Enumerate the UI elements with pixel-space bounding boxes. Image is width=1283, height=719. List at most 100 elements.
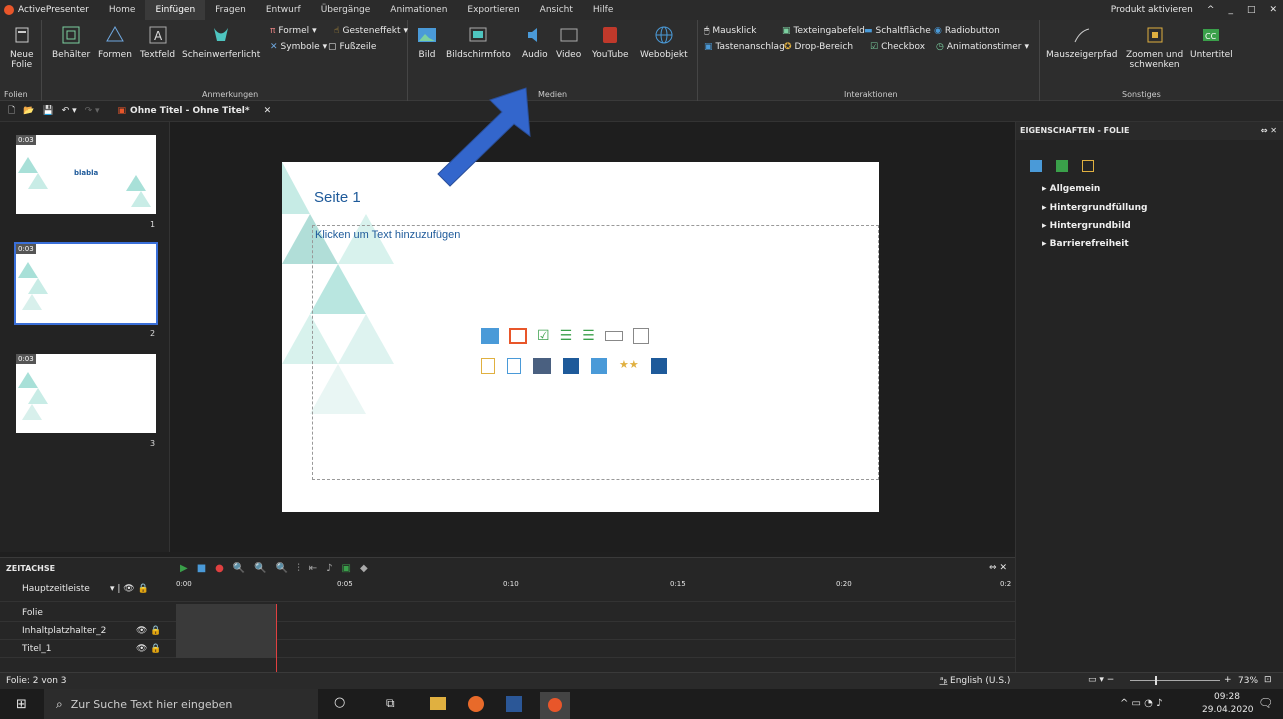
language-indicator[interactable]: ᵃ͟ᵦ English (U.S.) — [940, 676, 1010, 686]
slide-thumbnail-2[interactable]: 0:03 — [14, 242, 158, 325]
task-view-icon[interactable]: ⧉ — [386, 696, 395, 711]
video-button[interactable]: Video — [556, 24, 581, 60]
notification-icon[interactable]: 🗨 — [1258, 696, 1273, 710]
play-icon[interactable]: ▶ — [180, 563, 188, 574]
zoom-in-icon[interactable]: 🔍 — [233, 563, 245, 574]
insert-click-icon[interactable] — [563, 358, 579, 374]
timeline-row[interactable]: Inhaltplatzhalter_2 👁 🔒 — [0, 622, 1015, 640]
tab-animationen[interactable]: Animationen — [380, 0, 457, 20]
stop-icon[interactable]: ■ — [197, 563, 206, 574]
button-button[interactable]: ▬ Schaltfläche — [864, 26, 931, 36]
timeline-row[interactable]: Folie — [0, 604, 1015, 622]
checkbox-button[interactable]: ☑ Checkbox — [870, 42, 925, 52]
insert-rating-icon[interactable]: ★★ — [619, 358, 639, 374]
image-button[interactable]: Bild — [416, 24, 438, 60]
marker-icon[interactable]: ◆ — [360, 563, 368, 574]
slide-thumbnail-1[interactable]: 0:03 blabla — [16, 135, 156, 214]
restore-icon[interactable]: □ — [1247, 5, 1256, 15]
gesture-button[interactable]: ☝ Gesteneffekt ▾ — [334, 26, 408, 36]
insert-image-icon[interactable] — [481, 328, 499, 344]
clip-bar[interactable] — [176, 622, 276, 640]
tab-uebergaenge[interactable]: Übergänge — [311, 0, 381, 20]
footer-button[interactable]: ▢ Fußzeile — [328, 42, 376, 52]
main-timeline-dropdown-icon[interactable]: ▾ | 👁 🔒 — [110, 584, 149, 594]
fit-window-icon[interactable]: ⊡ — [1264, 675, 1272, 685]
tab-exportieren[interactable]: Exportieren — [457, 0, 529, 20]
close-icon[interactable]: ✕ — [1269, 5, 1277, 15]
undo-icon[interactable]: ↶ ▾ — [62, 106, 77, 116]
panel-pin-icon[interactable]: ⇔ ✕ — [1261, 122, 1277, 140]
insert-video-icon[interactable] — [509, 328, 527, 344]
insert-table-icon[interactable] — [632, 328, 649, 344]
zoom-out-icon[interactable]: 🔍 — [254, 563, 266, 574]
symbols-button[interactable]: ✕ Symbole ▾ — [270, 42, 327, 52]
system-tray-icons[interactable]: ^ ▭ ◔ ♪ — [1120, 698, 1162, 709]
section-hintergrundbild[interactable]: ▸ Hintergrundbild — [1042, 221, 1131, 231]
view-mode-icon[interactable]: ▭ ▾ − — [1088, 675, 1114, 685]
tab-einfuegen[interactable]: Einfügen — [145, 0, 206, 20]
taskbar-search[interactable]: ⌕ Zur Suche Text hier eingeben — [44, 689, 318, 719]
animation-timer-button[interactable]: ◷ Animationstimer ▾ — [936, 42, 1029, 52]
radiobutton-button[interactable]: ◉ Radiobutton — [934, 26, 1000, 36]
activate-link[interactable]: Produkt aktivieren — [1111, 5, 1193, 15]
audio-button[interactable]: Audio — [522, 24, 548, 60]
tab-entwurf[interactable]: Entwurf — [256, 0, 311, 20]
mouse-click-button[interactable]: 🖱 Mausklick — [704, 26, 756, 36]
activepresenter-task-icon[interactable] — [540, 692, 570, 719]
document-tab[interactable]: ▣ Ohne Titel - Ohne Titel* ✕ — [118, 106, 272, 116]
new-file-icon[interactable]: 🗋 — [8, 103, 15, 119]
insert-textbox-icon[interactable] — [507, 358, 521, 374]
clip-bar[interactable] — [176, 640, 276, 658]
section-allgemein[interactable]: ▸ Allgemein — [1042, 184, 1100, 194]
new-slide-button[interactable]: Neue Folie — [10, 24, 34, 70]
split-icon[interactable]: ⫶ — [297, 563, 300, 574]
content-placeholder[interactable]: Klicken um Text hinzuzufügen ☑ ☰ ☰ ★★ — [312, 225, 879, 480]
zoom-slider[interactable] — [1130, 680, 1220, 681]
row-visibility-icon[interactable]: 👁 🔒 — [136, 626, 162, 636]
section-hintergrundfuellung[interactable]: ▸ Hintergrundfüllung — [1042, 203, 1147, 213]
formula-button[interactable]: π Formel ▾ — [270, 26, 317, 36]
textbox-button[interactable]: A Textfeld — [140, 24, 175, 60]
subtitle-button[interactable]: CC Untertitel — [1190, 24, 1233, 60]
slide-thumbnail-3[interactable]: 0:03 — [16, 354, 156, 433]
timeline-row[interactable]: Titel_1 👁 🔒 — [0, 640, 1015, 658]
tab-fragen[interactable]: Fragen — [205, 0, 256, 20]
cursor-path-button[interactable]: Mauszeigerpfad — [1046, 24, 1118, 60]
zoom-in-plus-icon[interactable]: + — [1224, 675, 1232, 685]
trim-icon[interactable]: ⇤ — [309, 563, 317, 574]
slide-editor[interactable]: Seite 1 Klicken um Text hinzuzufügen ☑ ☰… — [282, 162, 879, 512]
zoom-fit-icon[interactable]: 🔍 — [276, 563, 288, 574]
pattern-tab-icon[interactable] — [1056, 160, 1068, 172]
container-button[interactable]: Behälter — [52, 24, 90, 60]
word-icon[interactable] — [506, 696, 522, 712]
insert-chart-icon[interactable] — [650, 358, 667, 374]
tab-home[interactable]: Home — [99, 0, 146, 20]
keystroke-button[interactable]: ▣ Tastenanschlag — [704, 42, 785, 52]
insert-screen-icon[interactable] — [533, 358, 551, 374]
windows-start-icon[interactable]: ⊞ — [16, 697, 27, 712]
insert-doc-icon[interactable] — [481, 358, 495, 374]
insert-list-icon[interactable]: ☰ — [560, 328, 573, 344]
save-icon[interactable]: 💾 — [42, 106, 53, 116]
drop-area-button[interactable]: ✪ Drop-Bereich — [784, 42, 853, 52]
file-explorer-icon[interactable] — [430, 697, 446, 710]
section-barrierefreiheit[interactable]: ▸ Barrierefreiheit — [1042, 239, 1129, 249]
row-visibility-icon[interactable]: 👁 🔒 — [136, 644, 162, 654]
main-timeline-select[interactable]: Hauptzeitleiste — [22, 584, 90, 594]
text-entry-button[interactable]: ▣ Texteingabefeld — [782, 26, 865, 36]
insert-cursor-icon[interactable] — [591, 358, 607, 374]
record-icon[interactable]: ● — [215, 563, 224, 574]
clip-bar[interactable] — [176, 604, 276, 622]
redo-icon[interactable]: ↷ ▾ — [85, 106, 100, 116]
youtube-button[interactable]: YouTube — [592, 24, 629, 60]
playhead[interactable] — [276, 604, 277, 673]
caption-icon[interactable]: ▣ — [342, 563, 351, 574]
tab-hilfe[interactable]: Hilfe — [583, 0, 623, 20]
zoom-slider-thumb[interactable] — [1155, 676, 1157, 685]
webobject-button[interactable]: Webobjekt — [640, 24, 688, 60]
cortana-icon[interactable]: ○ — [334, 695, 345, 710]
firefox-icon[interactable] — [468, 696, 484, 712]
effect-tab-icon[interactable] — [1082, 160, 1094, 172]
insert-list2-icon[interactable]: ☰ — [582, 328, 595, 344]
screenshot-button[interactable]: Bildschirmfoto — [446, 24, 511, 60]
